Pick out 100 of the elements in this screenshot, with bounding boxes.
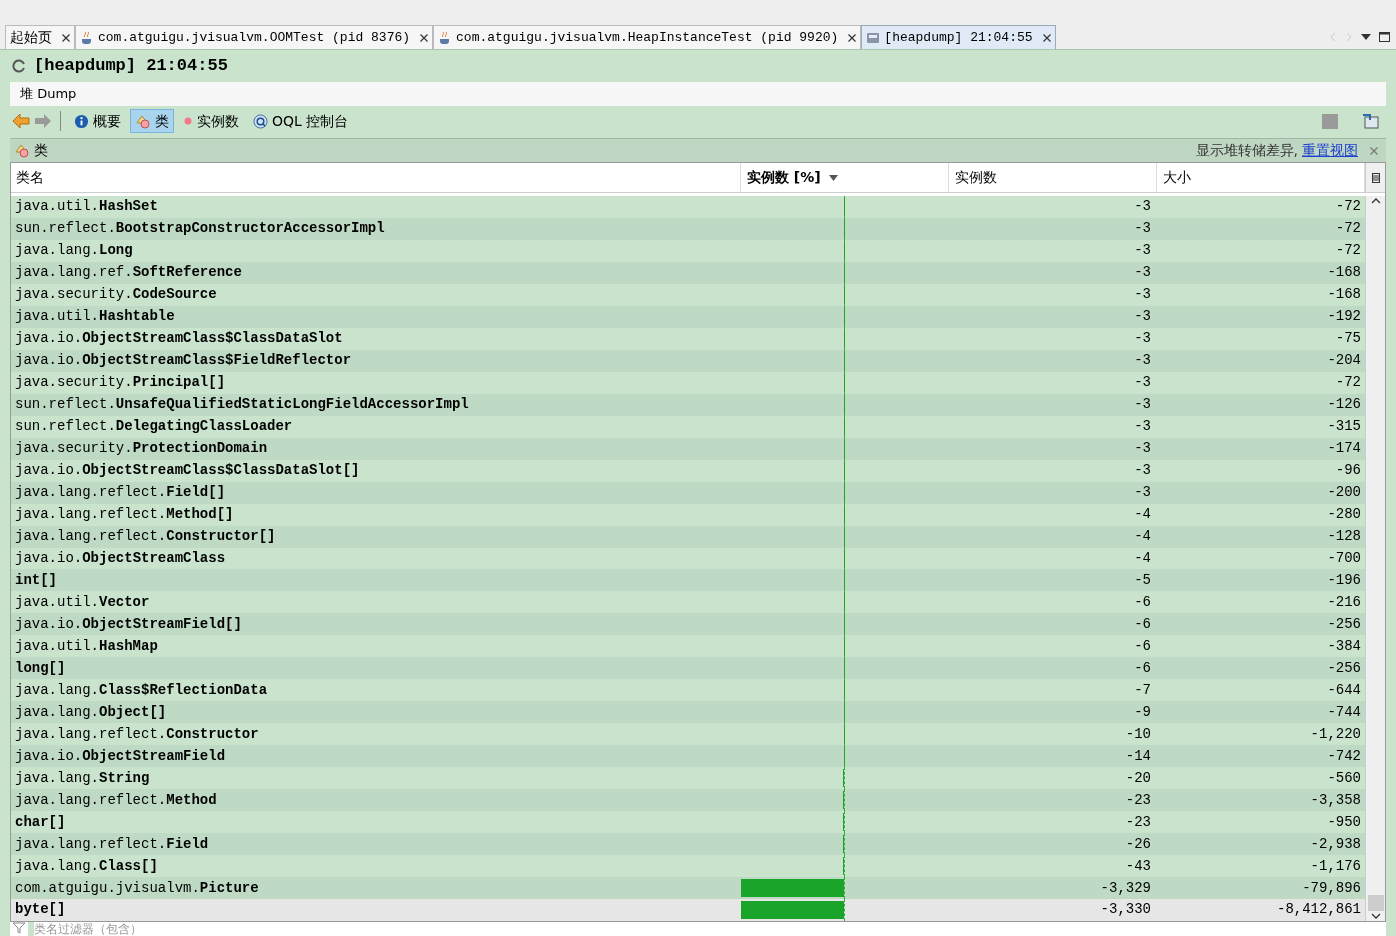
document-tab[interactable]: com.atguigu.jvisualvm.HeapInstanceTest (pid 9920) (433, 25, 862, 49)
count-cell-text: -3 (1133, 483, 1152, 503)
view-title: 堆 Dump (20, 85, 77, 104)
table-row[interactable]: java.io.ObjectStreamField[] -6 -256 (11, 613, 1365, 636)
table-row[interactable]: java.lang.reflect.Field -26 -2,938 (11, 833, 1365, 856)
table-row[interactable]: java.util.Vector -6 -216 (11, 591, 1365, 614)
count-cell-text: -3 (1133, 263, 1152, 283)
table-row[interactable]: java.lang.Object[] -9 -744 (11, 701, 1365, 724)
table-row[interactable]: java.lang.Class$ReflectionData -7 -644 (11, 679, 1365, 702)
table-row[interactable]: java.lang.String -20 -560 (11, 767, 1365, 790)
table-row[interactable]: java.util.HashMap -6 -384 (11, 635, 1365, 658)
size-cell-text: -560 (1326, 768, 1362, 788)
size-cell-text: -742 (1326, 746, 1362, 766)
table-row[interactable]: int[] -5 -196 (11, 569, 1365, 592)
close-icon[interactable] (420, 33, 429, 42)
count-cell-text: -3 (1133, 285, 1152, 305)
table-row[interactable]: sun.reflect.BootstrapConstructorAccessorImpl -3 -72 (11, 217, 1365, 240)
dropdown-icon[interactable] (1361, 33, 1371, 41)
class-name-cell-text: java.io.ObjectStreamClass$FieldReflector (14, 351, 353, 371)
window-title: [heapdump] 21:04:55 (34, 55, 228, 78)
table-row[interactable]: java.security.ProtectionDomain -3 -174 (11, 437, 1365, 460)
count-cell-text: -23 (1124, 790, 1152, 810)
table-row[interactable]: java.io.ObjectStreamClass -4 -700 (11, 547, 1365, 570)
column-header[interactable]: 类名 (11, 163, 741, 192)
table-row[interactable]: java.lang.reflect.Field[] -3 -200 (11, 481, 1365, 504)
size-cell-text: -174 (1326, 439, 1362, 459)
export-icon[interactable] (1362, 113, 1380, 129)
size-cell-text: -168 (1326, 263, 1362, 283)
size-cell-text: -3,358 (1309, 790, 1362, 810)
class-name-cell-text: long[] (14, 658, 67, 678)
table-row[interactable]: java.io.ObjectStreamClass$ClassDataSlot[] -3 -96 (11, 459, 1365, 482)
table-row[interactable]: java.lang.reflect.Constructor -10 -1,220 (11, 723, 1365, 746)
scroll-down-icon[interactable] (1370, 913, 1381, 919)
close-icon[interactable] (62, 33, 70, 42)
filter-field[interactable]: 类名过滤器（包含） (34, 922, 1386, 936)
close-icon[interactable] (1042, 33, 1051, 42)
view-toggle-button[interactable]: 类 (130, 109, 174, 133)
table-row[interactable]: java.io.ObjectStreamClass$ClassDataSlot -3 -75 (11, 327, 1365, 350)
size-cell-text: -8,412,861 (1276, 900, 1362, 920)
table-row[interactable]: java.lang.reflect.Constructor[] -4 -128 (11, 525, 1365, 548)
reset-view-link[interactable]: 重置视图 (1302, 140, 1358, 161)
size-cell-text: -216 (1326, 592, 1362, 612)
view-toggle-button[interactable]: 概要 (69, 109, 126, 133)
document-tab[interactable]: [heapdump] 21:04:55 (861, 25, 1056, 49)
document-tab[interactable]: com.atguigu.jvisualvm.OOMTest (pid 8376) (75, 25, 434, 49)
table-row[interactable]: java.lang.Class[] -43 -1,176 (11, 855, 1365, 878)
view-toggle-button[interactable]: OQL 控制台 (248, 109, 354, 133)
view-toggle-button[interactable]: 实例数 (178, 109, 244, 133)
count-cell-text: -4 (1133, 549, 1152, 568)
count-cell-text: -9 (1133, 702, 1152, 722)
class-name-cell-text: byte[] (14, 900, 67, 920)
table-row[interactable]: java.io.ObjectStreamClass$FieldReflector -3 -204 (11, 349, 1365, 372)
class-name-cell-text: sun.reflect.UnsafeQualifiedStaticLongFieldAccessorImpl (14, 395, 470, 415)
table-row[interactable]: java.security.Principal[] -3 -72 (11, 371, 1365, 394)
size-cell-text: -744 (1326, 702, 1362, 722)
document-tab[interactable]: 起始页 (5, 25, 75, 49)
table-row[interactable]: byte[] -3,330 -8,412,861 (11, 899, 1365, 921)
size-cell-text: -196 (1326, 570, 1362, 590)
scroll-up-icon[interactable] (1370, 198, 1381, 204)
column-header[interactable]: 实例数 [%] (741, 163, 949, 192)
class-name-cell-text: java.security.CodeSource (14, 285, 218, 305)
size-cell-text: -192 (1326, 307, 1362, 327)
count-cell-text: -3 (1133, 329, 1152, 349)
class-name-cell-text: java.lang.ref.SoftReference (14, 263, 243, 283)
column-header[interactable]: 实例数 (949, 163, 1157, 192)
sort-caret-icon (828, 174, 838, 181)
query-icon (253, 113, 268, 129)
table-row[interactable]: com.atguigu.jvisualvm.Picture -3,329 -79,896 (11, 877, 1365, 899)
close-icon[interactable] (848, 33, 857, 42)
column-chooser-icon[interactable] (1371, 172, 1380, 183)
count-cell-text: -7 (1133, 680, 1152, 700)
count-cell-text: -3 (1133, 197, 1152, 217)
class-name-cell-text: sun.reflect.BootstrapConstructorAccessorImpl (14, 219, 386, 239)
size-cell-text: -700 (1326, 549, 1362, 568)
size-cell-text: -644 (1326, 680, 1362, 700)
class-name-cell-text: java.util.Hashtable (14, 307, 176, 327)
class-name-cell-text: java.lang.Class[] (14, 856, 159, 876)
table-row[interactable]: java.io.ObjectStreamField -14 -742 (11, 745, 1365, 768)
table-row[interactable]: sun.reflect.DelegatingClassLoader -3 -315 (11, 415, 1365, 438)
table-row[interactable]: java.lang.reflect.Method -23 -3,358 (11, 789, 1365, 812)
class-name-cell-text: java.lang.reflect.Field[] (14, 483, 227, 503)
table-row[interactable]: java.util.HashSet -3 -72 (11, 196, 1365, 218)
table-row[interactable]: java.lang.Long -3 -72 (11, 239, 1365, 262)
back-arrow-icon[interactable] (12, 113, 30, 129)
size-cell-text: -256 (1326, 658, 1362, 678)
table-row[interactable]: long[] -6 -256 (11, 657, 1365, 680)
size-cell-text: -1,176 (1309, 856, 1362, 876)
table-row[interactable]: java.lang.ref.SoftReference -3 -168 (11, 261, 1365, 284)
scrollbar[interactable] (1365, 196, 1385, 921)
table-row[interactable]: sun.reflect.UnsafeQualifiedStaticLongFieldAccessorImpl -3 -126 (11, 393, 1365, 416)
size-cell-text: -204 (1326, 351, 1362, 371)
table-row[interactable]: char[] -23 -950 (11, 811, 1365, 834)
scroll-thumb[interactable] (1367, 895, 1384, 911)
maximize-icon[interactable] (1379, 32, 1390, 42)
class-name-cell-text: java.lang.reflect.Method[] (14, 505, 235, 525)
table-row[interactable]: java.security.CodeSource -3 -168 (11, 283, 1365, 306)
class-name-cell-text: java.lang.String (14, 768, 151, 788)
table-row[interactable]: java.lang.reflect.Method[] -4 -280 (11, 503, 1365, 526)
section-title: 类 (34, 141, 48, 160)
table-row[interactable]: java.util.Hashtable -3 -192 (11, 305, 1365, 328)
